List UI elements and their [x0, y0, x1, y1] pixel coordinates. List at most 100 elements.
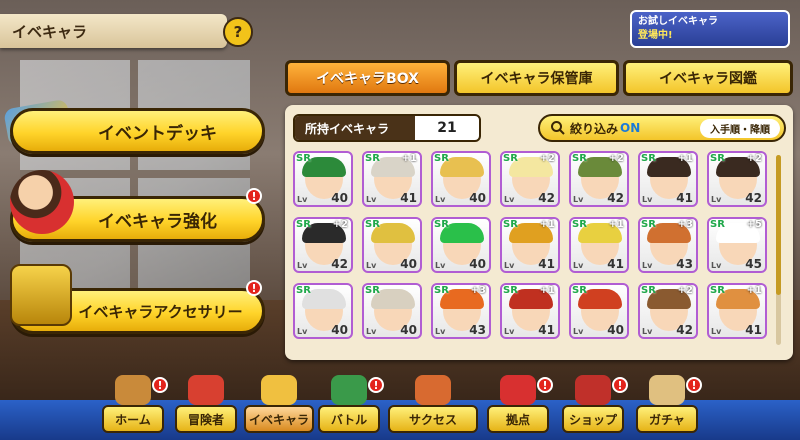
- character-card[interactable]: SR +1 Lv 41: [707, 283, 767, 339]
- level-label: Lv: [642, 195, 653, 204]
- plus-value: +3: [470, 285, 486, 296]
- rarity-badge: SR: [434, 153, 449, 164]
- character-card[interactable]: SR Lv 40: [293, 151, 353, 207]
- character-card[interactable]: SR +2 Lv 42: [569, 151, 629, 207]
- nav-item[interactable]: ショップ!: [562, 375, 628, 433]
- character-card[interactable]: SR Lv 40: [362, 283, 422, 339]
- rarity-badge: SR: [296, 219, 311, 230]
- search-icon: [551, 121, 565, 135]
- help-icon: ?: [233, 23, 243, 41]
- rarity-badge: SR: [365, 219, 380, 230]
- rarity-badge: SR: [503, 219, 518, 230]
- level-value: 40: [331, 191, 348, 205]
- rarity-badge: SR: [434, 219, 449, 230]
- character-card[interactable]: SR Lv 40: [293, 283, 353, 339]
- plus-value: +1: [401, 153, 417, 164]
- nav-icon: [188, 375, 224, 405]
- plus-value: +2: [539, 153, 555, 164]
- character-card[interactable]: SR +1 Lv 41: [500, 217, 560, 273]
- tab-event-chara-box[interactable]: イベキャラBOX: [285, 60, 450, 96]
- plus-value: +3: [677, 219, 693, 230]
- character-card[interactable]: SR +2 Lv 42: [500, 151, 560, 207]
- character-card[interactable]: SR +3 Lv 43: [638, 217, 698, 273]
- rarity-badge: SR: [572, 219, 587, 230]
- level-label: Lv: [435, 261, 446, 270]
- level-value: 41: [538, 257, 555, 271]
- filter-button[interactable]: 絞り込み ON 入手順・降順: [538, 114, 786, 142]
- plus-value: +1: [746, 285, 762, 296]
- nav-item[interactable]: ホーム!: [102, 375, 168, 433]
- rarity-badge: SR: [710, 153, 725, 164]
- level-value: 40: [331, 323, 348, 337]
- rarity-badge: SR: [365, 285, 380, 296]
- character-card[interactable]: SR +1 Lv 41: [569, 217, 629, 273]
- plus-value: +1: [539, 219, 555, 230]
- rarity-badge: SR: [296, 153, 311, 164]
- nav-icon: [500, 375, 536, 405]
- nav-icon: [331, 375, 367, 405]
- rarity-badge: SR: [365, 153, 380, 164]
- help-button[interactable]: ?: [223, 17, 253, 47]
- level-label: Lv: [711, 195, 722, 204]
- owned-count-label: 所持イベキャラ: [295, 116, 415, 140]
- character-card[interactable]: SR Lv 40: [431, 151, 491, 207]
- rarity-badge: SR: [572, 153, 587, 164]
- sort-order[interactable]: 入手順・降順: [700, 118, 780, 138]
- nav-label: サクセス: [388, 405, 478, 433]
- nav-label: ガチャ: [636, 405, 698, 433]
- tab-event-chara-encyclopedia[interactable]: イベキャラ図鑑: [623, 60, 793, 96]
- rarity-badge: SR: [503, 153, 518, 164]
- nav-badge: !: [152, 377, 168, 393]
- character-card[interactable]: SR +1 Lv 41: [638, 151, 698, 207]
- event-deck-button[interactable]: イベントデッキ: [10, 108, 265, 154]
- upgrade-character-icon: [10, 170, 74, 234]
- level-value: 40: [469, 191, 486, 205]
- upgrade-badge: !: [246, 188, 262, 204]
- plus-value: +1: [539, 285, 555, 296]
- rarity-badge: SR: [641, 153, 656, 164]
- level-label: Lv: [297, 327, 308, 336]
- character-card[interactable]: SR +5 Lv 45: [707, 217, 767, 273]
- level-value: 42: [607, 191, 624, 205]
- nav-item[interactable]: バトル!: [318, 375, 384, 433]
- nav-badge: !: [686, 377, 702, 393]
- screen-title-text: イベキャラ: [12, 22, 88, 41]
- level-value: 42: [538, 191, 555, 205]
- nav-item[interactable]: イベキャラ: [244, 375, 314, 433]
- character-card[interactable]: SR +2 Lv 42: [293, 217, 353, 273]
- rarity-badge: SR: [710, 285, 725, 296]
- trial-event-character-banner[interactable]: お試しイベキャラ 登場中!: [630, 10, 790, 48]
- filter-label: 絞り込み: [570, 121, 619, 136]
- nav-badge: !: [368, 377, 384, 393]
- rarity-badge: SR: [641, 219, 656, 230]
- event-deck-label: イベントデッキ: [98, 123, 217, 144]
- nav-item[interactable]: 拠点!: [487, 375, 553, 433]
- level-label: Lv: [642, 327, 653, 336]
- promo-line1: お試しイベキャラ: [638, 16, 718, 27]
- character-card[interactable]: SR +2 Lv 42: [638, 283, 698, 339]
- tab-event-chara-storage[interactable]: イベキャラ保管庫: [454, 60, 619, 96]
- owned-count-value: 21: [437, 120, 457, 136]
- level-label: Lv: [435, 327, 446, 336]
- level-value: 43: [469, 323, 486, 337]
- level-value: 41: [676, 191, 693, 205]
- level-label: Lv: [504, 261, 515, 270]
- character-card[interactable]: SR +1 Lv 41: [500, 283, 560, 339]
- character-card[interactable]: SR Lv 40: [431, 217, 491, 273]
- character-card[interactable]: SR Lv 40: [362, 217, 422, 273]
- nav-item[interactable]: 冒険者: [175, 375, 237, 433]
- level-label: Lv: [504, 327, 515, 336]
- nav-icon: [261, 375, 297, 405]
- nav-item[interactable]: ガチャ!: [636, 375, 702, 433]
- character-card[interactable]: SR +1 Lv 41: [362, 151, 422, 207]
- plus-value: +2: [608, 153, 624, 164]
- level-value: 41: [607, 257, 624, 271]
- nav-icon: [415, 375, 451, 405]
- scrollbar-thumb[interactable]: [776, 155, 781, 295]
- level-value: 40: [400, 257, 417, 271]
- character-card[interactable]: SR +2 Lv 42: [707, 151, 767, 207]
- level-value: 41: [400, 191, 417, 205]
- character-card[interactable]: SR Lv 40: [569, 283, 629, 339]
- nav-item[interactable]: サクセス: [388, 375, 478, 433]
- character-card[interactable]: SR +3 Lv 43: [431, 283, 491, 339]
